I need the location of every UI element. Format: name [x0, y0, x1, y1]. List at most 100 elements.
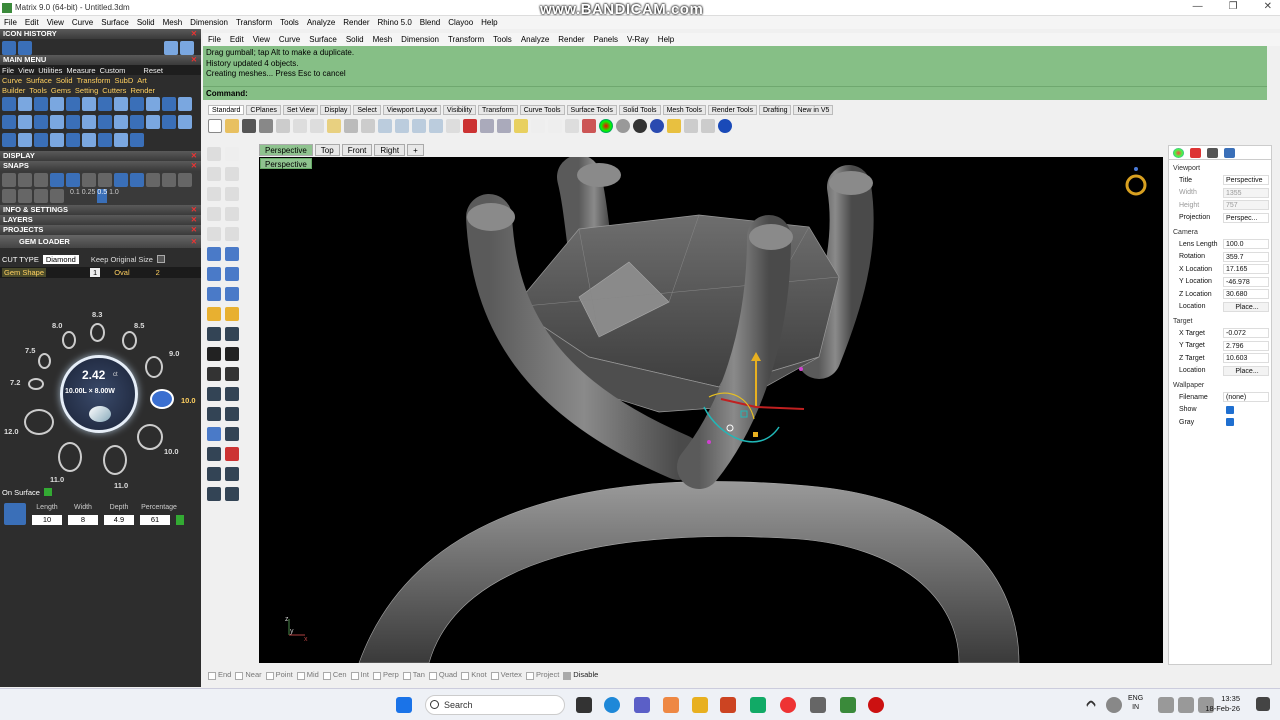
array-icon[interactable] — [225, 427, 239, 441]
target-place-button[interactable]: Place... — [1223, 365, 1269, 376]
rmenu-render[interactable]: Render — [558, 35, 584, 44]
curve-icon[interactable] — [225, 167, 239, 181]
tool-icon[interactable] — [18, 133, 32, 147]
cat-cutters[interactable]: Cutters — [102, 86, 126, 95]
rhino-icon[interactable] — [810, 697, 826, 713]
rmenu-tools[interactable]: Tools — [493, 35, 512, 44]
tool-icon[interactable] — [130, 97, 144, 111]
teams-icon[interactable] — [634, 697, 650, 713]
length-input[interactable]: 10 — [32, 515, 62, 525]
bulb-icon[interactable] — [531, 119, 545, 133]
tab-right[interactable]: Right — [374, 144, 406, 156]
tab-display[interactable]: Display — [320, 104, 352, 115]
menu-rhino5[interactable]: Rhino 5.0 — [378, 18, 412, 27]
tool-icon[interactable] — [34, 115, 48, 129]
cat-gems[interactable]: Gems — [51, 86, 71, 95]
notification-icon[interactable] — [1256, 697, 1270, 711]
mesh-tool-icon[interactable] — [207, 487, 221, 501]
trim-icon[interactable] — [207, 327, 221, 341]
select-arrow-icon[interactable] — [207, 147, 221, 161]
layer-icon[interactable] — [582, 119, 596, 133]
maximize-button[interactable]: ❐ — [1229, 1, 1238, 12]
osnap-point[interactable]: Point — [265, 670, 293, 680]
copilot-icon[interactable] — [663, 697, 679, 713]
tool-icon[interactable] — [34, 97, 48, 111]
tray-chevron-icon[interactable] — [1085, 699, 1097, 711]
x-location-field[interactable]: 17.165 — [1223, 264, 1269, 275]
tool-icon[interactable] — [82, 115, 96, 129]
lock-icon[interactable] — [565, 119, 579, 133]
x-target-field[interactable]: -0.072 — [1223, 328, 1269, 339]
projection-select[interactable]: Perspec... — [1223, 212, 1269, 223]
gem-size-dial[interactable]: 2.42 ct 10.00L × 8.00W — [60, 355, 138, 433]
menu-clayoo[interactable]: Clayoo — [448, 18, 473, 27]
open-folder-icon[interactable] — [225, 119, 239, 133]
tool-icon[interactable] — [146, 115, 160, 129]
rectangle-icon[interactable] — [225, 207, 239, 221]
tool-icon[interactable] — [82, 133, 96, 147]
filename-field[interactable]: (none) — [1223, 392, 1269, 403]
z-location-field[interactable]: 30.680 — [1223, 289, 1269, 300]
osnap-project[interactable]: Project — [525, 670, 559, 680]
rmenu-mesh[interactable]: Mesh — [373, 35, 393, 44]
taskbar-clock[interactable]: 13:35 18-Feb-26 — [1205, 694, 1240, 714]
gem-place-icon[interactable] — [4, 503, 26, 525]
settings-icon[interactable] — [701, 119, 715, 133]
snap-icon[interactable] — [2, 189, 16, 203]
osnap-knot[interactable]: Knot — [461, 670, 487, 680]
viewport-label[interactable]: Perspective — [260, 158, 312, 169]
snap-icon[interactable] — [130, 173, 144, 187]
camera-place-button[interactable]: Place... — [1223, 301, 1269, 312]
snaps-header[interactable]: SNAPS ✕ — [0, 161, 201, 171]
snap-icon[interactable] — [18, 173, 32, 187]
tool-icon[interactable] — [18, 115, 32, 129]
dot-icon[interactable] — [225, 387, 239, 401]
color-wheel-icon[interactable] — [599, 119, 613, 133]
snap-icon[interactable] — [2, 173, 16, 187]
sync-icon[interactable] — [1106, 697, 1122, 713]
rmenu-solid[interactable]: Solid — [346, 35, 364, 44]
tab-select[interactable]: Select — [353, 104, 381, 115]
tool-icon[interactable] — [114, 133, 128, 147]
properties-tab-icon[interactable] — [1173, 148, 1184, 158]
tab-new-in-v5[interactable]: New in V5 — [793, 104, 834, 115]
menu-blend[interactable]: Blend — [420, 18, 440, 27]
tool-icon[interactable] — [66, 115, 80, 129]
osnap-tan[interactable]: Tan — [402, 670, 425, 680]
grid-array-icon[interactable] — [207, 447, 221, 461]
history-icon[interactable] — [18, 41, 32, 55]
light-icon[interactable] — [667, 119, 681, 133]
group-icon[interactable] — [207, 407, 221, 421]
arrow-right-icon[interactable] — [180, 41, 194, 55]
perspective-viewport[interactable]: z y x — [259, 157, 1163, 663]
zoom-window-icon[interactable] — [395, 119, 409, 133]
menu-surface[interactable]: Surface — [101, 18, 129, 27]
tool-icon[interactable] — [130, 115, 144, 129]
lens-length-field[interactable]: 100.0 — [1223, 239, 1269, 250]
menu-view[interactable]: View — [47, 18, 64, 27]
tool-icon[interactable] — [50, 115, 64, 129]
tool-icon[interactable] — [98, 115, 112, 129]
block-icon[interactable] — [225, 407, 239, 421]
analyze-icon[interactable] — [225, 447, 239, 461]
apply-arrow-icon[interactable] — [176, 515, 184, 525]
display-tab-icon[interactable] — [1207, 148, 1218, 158]
info-settings-header[interactable]: INFO & SETTINGS ✕ — [0, 205, 201, 215]
rmenu-transform[interactable]: Transform — [448, 35, 484, 44]
cat-surface[interactable]: Surface — [26, 76, 52, 85]
snap-icon[interactable] — [162, 173, 176, 187]
tab-top[interactable]: Top — [314, 144, 340, 156]
render-sphere-icon[interactable] — [616, 119, 630, 133]
calculator-icon[interactable] — [750, 697, 766, 713]
title-field[interactable]: Perspective — [1223, 175, 1269, 186]
zoom-selected-icon[interactable] — [429, 119, 443, 133]
tool-icon[interactable] — [2, 115, 16, 129]
wifi-icon[interactable] — [1158, 697, 1174, 713]
tab-mesh-tools[interactable]: Mesh Tools — [662, 104, 706, 115]
fillet-icon[interactable] — [207, 367, 221, 381]
on-surface-toggle[interactable] — [43, 488, 52, 496]
help-icon[interactable] — [718, 119, 732, 133]
snap-icon[interactable] — [34, 189, 48, 203]
layers-tab-icon[interactable] — [1190, 148, 1201, 158]
menu-solid[interactable]: Solid — [137, 18, 155, 27]
